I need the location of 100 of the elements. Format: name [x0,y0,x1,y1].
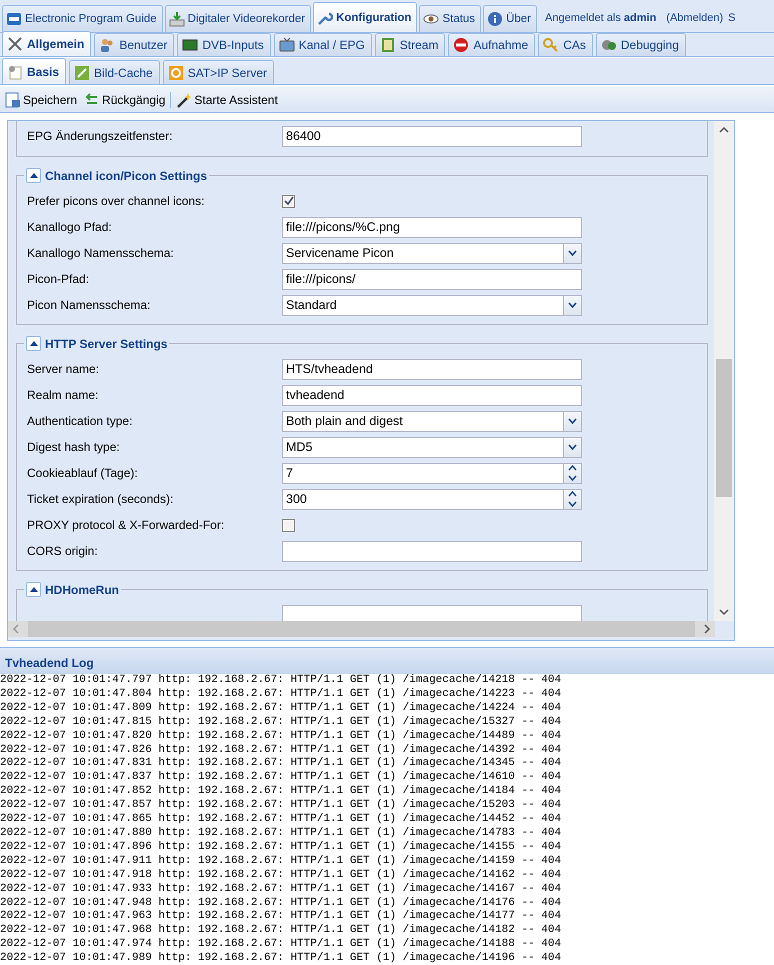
log-line: 2022-12-07 10:01:47.804 http: 192.168.2.67: HTTP/1.1 GET (1) /imagecache/14223 -- 404 [0,688,562,702]
input-field[interactable]: tvheadend [282,384,582,406]
tab[interactable]: Digitaler Videorekorder [164,5,312,32]
field-label: Cookieablauf (Tage): [27,466,139,480]
field-label: Server name: [27,362,100,376]
arrow-up-icon[interactable] [30,341,38,346]
vertical-scrollbar[interactable] [714,121,734,621]
arrow-up-icon[interactable] [30,173,38,178]
scroll-up-icon[interactable] [719,126,730,134]
tab[interactable]: DVB-Inputs [177,33,271,56]
dropdown-field[interactable]: Servicename Picon [282,242,582,264]
dropdown-field[interactable]: Standard [282,294,582,316]
save-icon [5,92,21,108]
login-status: Angemeldet als admin [544,12,656,26]
input-field[interactable] [282,540,582,562]
dropdown-field[interactable]: MD5 [282,436,582,458]
input-field[interactable]: 86400 [282,126,582,146]
log-line: 2022-12-07 10:01:47.815 http: 192.168.2.67: HTTP/1.1 GET (1) /imagecache/15327 -- 404 [0,716,562,730]
tab[interactable]: Status [419,5,482,32]
spinner-arrows-icon[interactable] [568,489,577,509]
tab[interactable]: Konfiguration [313,2,418,32]
section-title: Channel icon/Picon Settings [45,168,208,182]
log-line: 2022-12-07 10:01:47.831 http: 192.168.2.67: HTTP/1.1 GET (1) /imagecache/14345 -- 404 [0,757,562,771]
scrollbar-thumb[interactable] [716,359,732,497]
section-title: HDHomeRun [45,582,119,596]
log-line: 2022-12-07 10:01:47.857 http: 192.168.2.67: HTTP/1.1 GET (1) /imagecache/15203 -- 404 [0,799,562,813]
checkbox[interactable] [282,194,295,208]
download-icon [168,11,185,27]
log-line: 2022-12-07 10:01:47.826 http: 192.168.2.67: HTTP/1.1 GET (1) /imagecache/14392 -- 404 [0,744,562,757]
chevron-down-icon[interactable] [568,444,577,450]
dropdown-field[interactable]: Both plain and digest [282,410,582,432]
tab[interactable]: Debugging [596,33,686,56]
field-label: EPG Änderungszeitfenster: [27,129,174,143]
chevron-down-icon[interactable] [568,302,577,308]
input-field[interactable]: file:///picons/ [282,268,582,290]
toolbar-button[interactable]: Rückgängig [82,92,168,108]
toolbar-button[interactable]: Starte Assistent [174,92,280,108]
log-line: 2022-12-07 10:01:47.820 http: 192.168.2.67: HTTP/1.1 GET (1) /imagecache/14489 -- 404 [0,730,562,744]
log-line: 2022-12-07 10:01:47.852 http: 192.168.2.67: HTTP/1.1 GET (1) /imagecache/14184 -- 404 [0,785,562,799]
field-label: Kanallogo Pfad: [27,220,113,234]
info-icon [487,11,504,27]
toolbar-button[interactable]: Speichern [3,92,80,108]
chevron-down-icon[interactable] [568,418,577,424]
key-icon [543,37,560,53]
field-label: Ticket expiration (seconds): [27,492,174,506]
log-line: 2022-12-07 10:01:47.837 http: 192.168.2.67: HTTP/1.1 GET (1) /imagecache/14610 -- 404 [0,771,562,785]
scroll-right-icon[interactable] [703,624,711,634]
logout-link[interactable]: (Abmelden) [658,12,724,32]
scroll-down-icon[interactable] [719,608,730,616]
log-line: 2022-12-07 10:01:47.948 http: 192.168.2.67: HTTP/1.1 GET (1) /imagecache/14176 -- 404 [0,896,562,910]
tab[interactable]: Aufnahme [448,33,536,56]
input-field[interactable]: file:///picons/%C.png [282,216,582,238]
log-line: 2022-12-07 10:01:47.865 http: 192.168.2.67: HTTP/1.1 GET (1) /imagecache/14452 -- 404 [0,813,562,827]
number-field[interactable]: 7 [282,462,582,484]
field-label: Digest hash type: [27,440,121,454]
spinner-arrows-icon[interactable] [568,463,577,483]
field-label: PROXY protocol & X-Forwarded-For: [27,518,226,532]
log-line: 2022-12-07 10:01:47.968 http: 192.168.2.67: HTTP/1.1 GET (1) /imagecache/14182 -- 404 [0,924,562,938]
truncated-text: S [727,12,736,26]
log-title: Tvheadend Log [5,656,94,670]
collapse-toggle[interactable] [26,582,41,597]
tab[interactable]: CAs [538,33,593,56]
tv-icon [278,37,295,53]
log-line: 2022-12-07 10:01:47.911 http: 192.168.2.67: HTTP/1.1 GET (1) /imagecache/14159 -- 404 [0,854,562,869]
users-icon [99,37,116,53]
log-line: 2022-12-07 10:01:47.933 http: 192.168.2.67: HTTP/1.1 GET (1) /imagecache/14167 -- 404 [0,882,562,896]
log-line: 2022-12-07 10:01:47.809 http: 192.168.2.67: HTTP/1.1 GET (1) /imagecache/14224 -- 404 [0,702,562,716]
tab[interactable]: Über [483,5,537,32]
checkbox[interactable] [282,518,295,532]
section-title: HTTP Server Settings [45,336,168,350]
number-field[interactable]: 300 [282,488,582,510]
field-label: Authentication type: [27,414,134,428]
magic-wand-icon [176,92,192,108]
log-line: 2022-12-07 10:01:47.797 http: 192.168.2.67: HTTP/1.1 GET (1) /imagecache/14218 -- 404 [0,674,562,688]
tab[interactable]: Basis [2,58,66,84]
collapse-toggle[interactable] [26,336,41,351]
tab[interactable]: Kanal / EPG [274,33,372,56]
tab[interactable]: Benutzer [94,33,174,56]
field-label: Picon Namensschema: [27,298,152,312]
input-field[interactable] [282,604,582,621]
field-label: CORS origin: [27,544,99,558]
tab[interactable]: Allgemein [2,31,92,56]
tab[interactable]: SAT>IP Server [162,60,274,84]
log-line: 2022-12-07 10:01:47.880 http: 192.168.2.67: HTTP/1.1 GET (1) /imagecache/14783 -- 404 [0,826,562,841]
field-label: Picon-Pfad: [27,272,90,286]
collapse-toggle[interactable] [26,168,41,183]
tab[interactable]: Electronic Program Guide [2,5,163,32]
log-line: 2022-12-07 10:01:47.918 http: 192.168.2.67: HTTP/1.1 GET (1) /imagecache/14162 -- 404 [0,868,562,883]
tab[interactable]: Bild-Cache [69,60,160,84]
chevron-down-icon[interactable] [568,250,577,256]
field-label: Realm name: [27,388,100,402]
field-label: Prefer picons over channel icons: [27,194,206,208]
field-label: Kanallogo Namensschema: [27,246,175,260]
tab[interactable]: Stream [374,33,446,56]
log-line: 2022-12-07 10:01:47.963 http: 192.168.2.67: HTTP/1.1 GET (1) /imagecache/14177 -- 404 [0,910,562,924]
log-line: 2022-12-07 10:01:47.896 http: 192.168.2.67: HTTP/1.1 GET (1) /imagecache/14155 -- 404 [0,840,562,855]
arrow-up-icon[interactable] [30,587,38,592]
log-line: 2022-12-07 10:01:47.974 http: 192.168.2.67: HTTP/1.1 GET (1) /imagecache/14188 -- 404 [0,938,562,952]
input-field[interactable]: HTS/tvheadend [282,358,582,380]
log-line: 2022-12-07 10:01:47.989 http: 192.168.2.67: HTTP/1.1 GET (1) /imagecache/14196 -- 404 [0,952,562,965]
